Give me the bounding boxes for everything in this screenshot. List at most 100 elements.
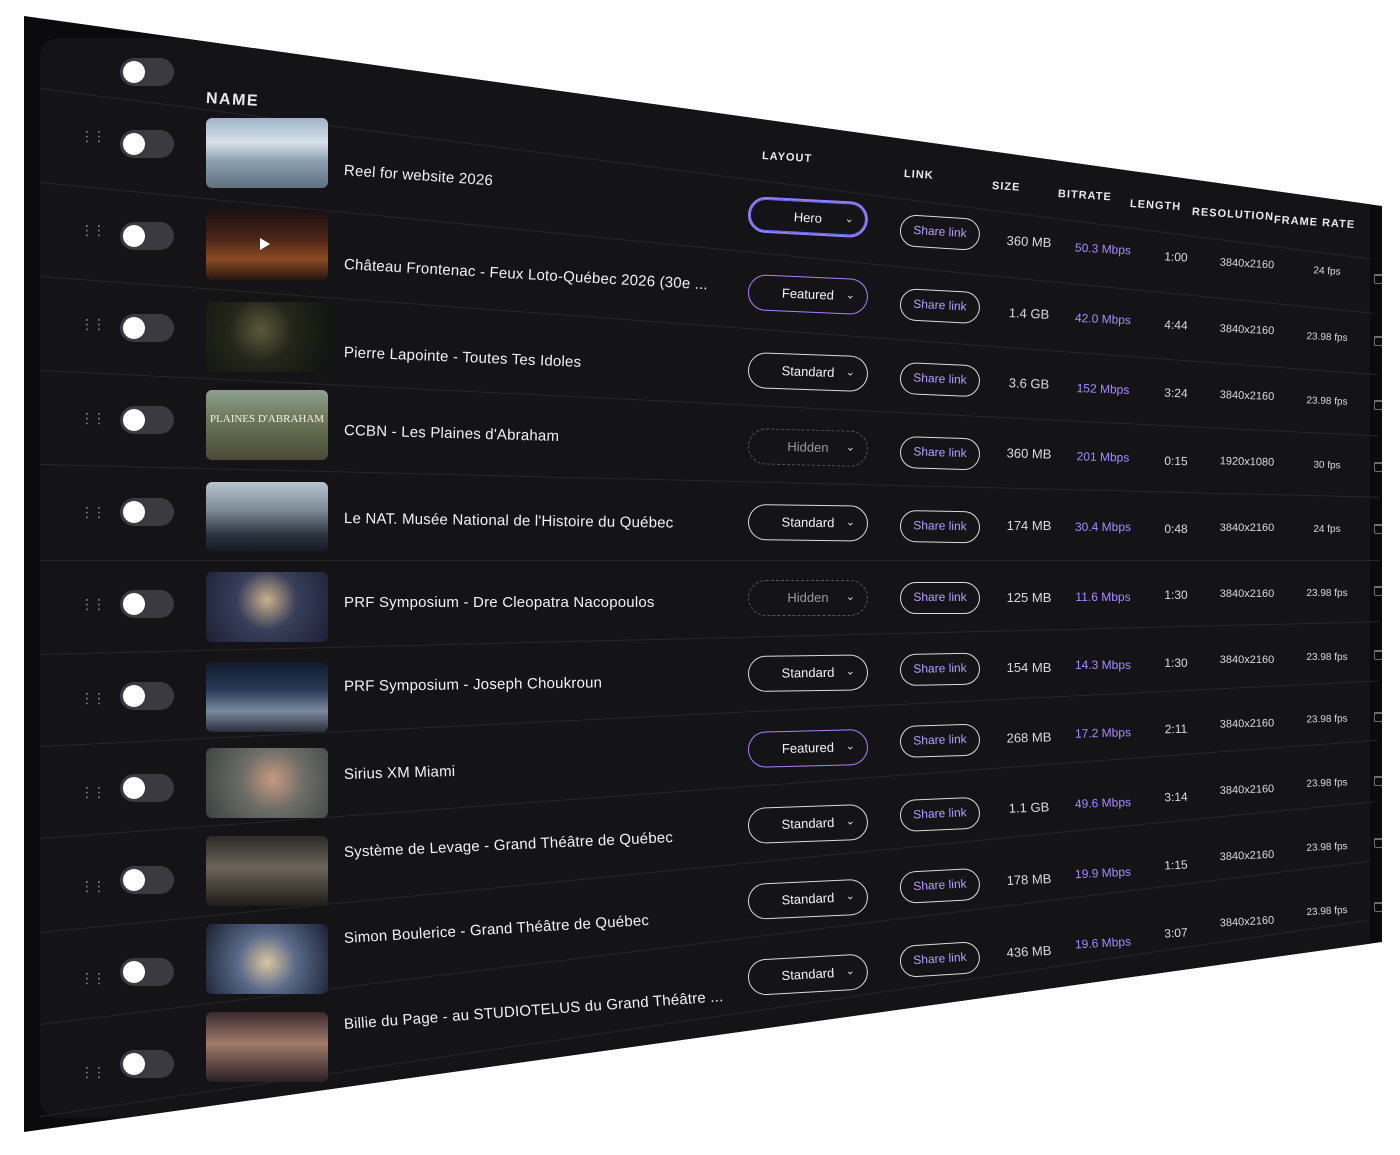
drag-handle-icon[interactable]: ⋮⋮ — [80, 784, 106, 800]
trash-icon[interactable] — [1374, 586, 1382, 596]
trash-icon[interactable] — [1374, 838, 1382, 848]
share-link-button[interactable]: Share link — [900, 582, 980, 614]
row-toggle[interactable] — [120, 590, 174, 618]
bitrate-value: 49.6 Mbps — [1074, 795, 1132, 811]
row-toggle[interactable] — [120, 498, 174, 526]
frame-rate-value: 30 fps — [1313, 459, 1341, 472]
video-title[interactable]: Sirius XM Miami — [344, 763, 456, 783]
row-toggle[interactable] — [120, 958, 174, 986]
resolution-value: 3840x2160 — [1219, 717, 1275, 731]
row-toggle[interactable] — [120, 130, 174, 158]
drag-handle-icon[interactable]: ⋮⋮ — [80, 596, 106, 612]
size-value: 125 MB — [1006, 590, 1052, 605]
share-link-button[interactable]: Share link — [899, 288, 981, 325]
video-thumbnail[interactable] — [206, 662, 328, 732]
share-link-button[interactable]: Share link — [899, 796, 981, 832]
drag-handle-icon[interactable]: ⋮⋮ — [80, 878, 106, 894]
length-value: 1:00 — [1163, 249, 1189, 265]
share-link-button[interactable]: Share link — [899, 510, 981, 544]
trash-icon[interactable] — [1374, 650, 1382, 660]
drag-handle-icon[interactable]: ⋮⋮ — [80, 222, 106, 238]
bitrate-value: 42.0 Mbps — [1074, 310, 1132, 328]
thumbnail-title-text: PLAINES D'ABRAHAM — [209, 413, 325, 425]
drag-handle-icon[interactable]: ⋮⋮ — [80, 690, 106, 706]
video-title[interactable]: PRF Symposium - Joseph Choukroun — [344, 674, 602, 695]
size-value: 154 MB — [1006, 660, 1052, 675]
layout-dropdown[interactable]: Standard ⌄ — [746, 953, 869, 996]
drag-handle-icon[interactable]: ⋮⋮ — [80, 504, 106, 520]
video-title[interactable]: PRF Symposium - Dre Cleopatra Nacopoulos — [344, 594, 655, 611]
video-thumbnail[interactable]: PLAINES D'ABRAHAM — [206, 390, 328, 460]
resolution-value: 3840x2160 — [1219, 389, 1275, 403]
trash-icon[interactable] — [1374, 902, 1382, 912]
share-link-button[interactable]: Share link — [899, 436, 981, 471]
trash-icon[interactable] — [1374, 462, 1382, 472]
row-toggle[interactable] — [120, 774, 174, 802]
trash-icon[interactable] — [1374, 776, 1382, 786]
video-thumbnail[interactable] — [206, 836, 328, 906]
video-thumbnail[interactable] — [206, 482, 328, 552]
layout-dropdown[interactable]: Standard ⌄ — [747, 878, 869, 920]
layout-value: Standard — [781, 890, 835, 908]
drag-handle-icon[interactable]: ⋮⋮ — [80, 128, 106, 144]
share-link-button[interactable]: Share link — [899, 723, 981, 758]
trash-icon[interactable] — [1374, 400, 1382, 410]
row-toggle[interactable] — [120, 406, 174, 434]
chevron-down-icon: ⌄ — [845, 516, 856, 529]
share-link-button[interactable]: Share link — [899, 867, 981, 904]
video-thumbnail[interactable] — [206, 924, 328, 994]
layout-dropdown[interactable]: Standard ⌄ — [747, 352, 869, 393]
drag-handle-icon[interactable]: ⋮⋮ — [80, 410, 106, 426]
column-header-link[interactable]: LINK — [904, 168, 934, 182]
video-thumbnail[interactable] — [206, 302, 328, 372]
length-value: 1:15 — [1164, 857, 1188, 873]
layout-dropdown[interactable]: Hidden ⌄ — [748, 580, 868, 616]
chevron-down-icon: ⌄ — [845, 965, 856, 978]
bitrate-value: 14.3 Mbps — [1074, 658, 1132, 672]
chevron-down-icon: ⌄ — [845, 289, 856, 302]
drag-handle-icon[interactable]: ⋮⋮ — [80, 1064, 106, 1080]
video-thumbnail[interactable] — [206, 572, 328, 642]
trash-icon[interactable] — [1374, 274, 1382, 284]
size-value: 436 MB — [1006, 942, 1052, 961]
length-value: 0:15 — [1164, 453, 1188, 469]
layout-dropdown[interactable]: Standard ⌄ — [747, 803, 869, 844]
length-value: 1:30 — [1164, 656, 1188, 670]
row-toggle[interactable] — [120, 682, 174, 710]
share-link-button[interactable]: Share link — [898, 214, 981, 251]
share-link-button[interactable]: Share link — [899, 362, 981, 398]
column-header-name[interactable]: NAME — [205, 90, 260, 111]
layout-dropdown[interactable]: Hidden ⌄ — [747, 428, 869, 468]
select-all-toggle[interactable] — [120, 58, 174, 86]
frame-rate-value: 23.98 fps — [1306, 588, 1348, 599]
trash-icon[interactable] — [1374, 712, 1382, 722]
trash-icon[interactable] — [1374, 336, 1382, 346]
resolution-value: 3840x2160 — [1219, 783, 1275, 797]
row-toggle[interactable] — [120, 866, 174, 894]
frame-rate-value: 23.98 fps — [1306, 777, 1348, 790]
chevron-down-icon: ⌄ — [844, 213, 855, 226]
bitrate-value: 30.4 Mbps — [1074, 520, 1132, 534]
row-toggle[interactable] — [120, 222, 174, 250]
layout-dropdown[interactable]: Standard ⌄ — [747, 654, 869, 692]
video-thumbnail[interactable] — [206, 748, 328, 818]
layout-dropdown[interactable]: Hero ⌄ — [747, 196, 869, 239]
layout-dropdown[interactable]: Featured ⌄ — [747, 274, 869, 316]
drag-handle-icon[interactable]: ⋮⋮ — [80, 970, 106, 986]
column-header-size[interactable]: SIZE — [992, 180, 1021, 194]
layout-dropdown[interactable]: Standard ⌄ — [747, 504, 869, 542]
video-thumbnail[interactable] — [206, 118, 328, 188]
resolution-value: 3840x2160 — [1219, 522, 1275, 534]
drag-handle-icon[interactable]: ⋮⋮ — [80, 316, 106, 332]
share-link-button[interactable]: Share link — [898, 941, 981, 978]
video-thumbnail[interactable] — [206, 1012, 328, 1082]
video-thumbnail[interactable] — [206, 210, 328, 280]
share-link-button[interactable]: Share link — [899, 652, 981, 686]
layout-dropdown[interactable]: Featured ⌄ — [747, 728, 869, 768]
length-value: 3:14 — [1164, 789, 1188, 805]
play-icon[interactable] — [260, 238, 270, 250]
trash-icon[interactable] — [1374, 524, 1382, 534]
size-value: 174 MB — [1006, 518, 1052, 533]
row-toggle[interactable] — [120, 314, 174, 342]
row-toggle[interactable] — [120, 1050, 174, 1078]
